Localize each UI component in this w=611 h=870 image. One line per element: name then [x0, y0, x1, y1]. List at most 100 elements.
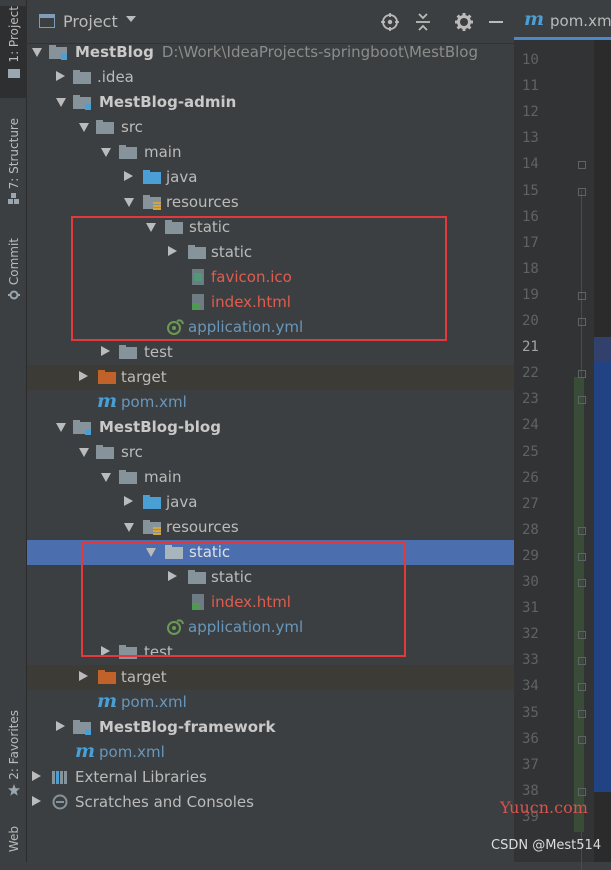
- fold-marker-icon[interactable]: [578, 161, 586, 170]
- tree-row-scratches[interactable]: Scratches and Consoles: [27, 790, 514, 815]
- fold-marker-icon[interactable]: [578, 787, 586, 796]
- tree-row-blog-java[interactable]: java: [27, 490, 514, 515]
- expand-arrow-icon[interactable]: [56, 71, 65, 81]
- tree-row-admin-src[interactable]: src: [27, 115, 514, 140]
- line-number: 13: [522, 130, 539, 147]
- maven-icon: m: [97, 390, 118, 412]
- tree-row-admin[interactable]: MestBlog-admin: [27, 90, 514, 115]
- favorites-tool-tab[interactable]: 2: Favorites: [0, 710, 27, 810]
- structure-tool-tab[interactable]: 7: Structure: [0, 118, 27, 218]
- code-selection: [594, 337, 611, 792]
- source-folder-icon: [143, 495, 161, 509]
- commit-tool-tab[interactable]: Commit: [0, 238, 27, 312]
- collapse-all-icon[interactable]: [413, 12, 433, 32]
- project-panel-title[interactable]: Project: [63, 12, 118, 31]
- fold-marker-icon[interactable]: [578, 526, 586, 535]
- expand-arrow-icon[interactable]: [79, 123, 89, 132]
- web-tool-tab-label: Web: [6, 826, 21, 853]
- tree-row-blog-target[interactable]: target: [27, 665, 514, 690]
- expand-arrow-icon[interactable]: [124, 523, 134, 532]
- watermark-site: Yuucn.com: [500, 798, 588, 817]
- fold-marker-icon[interactable]: [578, 657, 586, 666]
- fold-marker-icon[interactable]: [578, 735, 586, 744]
- tree-row-idea[interactable]: .idea: [27, 65, 514, 90]
- fold-marker-icon[interactable]: [578, 396, 586, 405]
- tree-row-admin-main[interactable]: main: [27, 140, 514, 165]
- tree-row-admin-test[interactable]: test: [27, 340, 514, 365]
- tree-row-admin-java[interactable]: java: [27, 165, 514, 190]
- fold-marker-icon[interactable]: [578, 187, 586, 196]
- expand-arrow-icon[interactable]: [32, 771, 41, 781]
- excluded-folder-icon: [98, 370, 116, 384]
- tree-row-root-pom[interactable]: m pom.xml: [27, 740, 514, 765]
- commit-tool-tab-label: Commit: [6, 238, 21, 286]
- library-icon: [52, 771, 67, 784]
- expand-arrow-icon[interactable]: [101, 473, 111, 482]
- tree-row-admin-pom[interactable]: m pom.xml: [27, 390, 514, 415]
- hide-panel-icon[interactable]: [486, 12, 506, 32]
- blog-target-label: target: [121, 668, 167, 686]
- line-number: 22: [522, 365, 539, 382]
- expand-arrow-icon[interactable]: [124, 198, 134, 207]
- root-pom-label: pom.xml: [99, 743, 165, 761]
- view-selector-chevron-down-icon[interactable]: [126, 16, 136, 22]
- folder-icon: [119, 145, 137, 159]
- external-libraries-label: External Libraries: [75, 768, 207, 786]
- folder-icon: [119, 470, 137, 484]
- expand-arrow-icon[interactable]: [79, 671, 88, 681]
- tree-row-framework[interactable]: MestBlog-framework: [27, 715, 514, 740]
- expand-arrow-icon[interactable]: [56, 423, 66, 432]
- expand-arrow-icon[interactable]: [79, 448, 89, 457]
- favorites-tool-tab-label: 2: Favorites: [6, 710, 21, 780]
- resources-folder-icon: [143, 195, 161, 210]
- expand-arrow-icon[interactable]: [56, 98, 66, 107]
- expand-arrow-icon[interactable]: [124, 171, 133, 181]
- fold-marker-icon[interactable]: [578, 709, 586, 718]
- vcs-change-bar: [574, 377, 584, 832]
- gear-icon[interactable]: [454, 12, 474, 32]
- fold-marker-icon[interactable]: [578, 683, 586, 692]
- fold-marker-icon[interactable]: [578, 318, 586, 326]
- locate-target-icon[interactable]: [380, 12, 400, 32]
- fold-marker-icon[interactable]: [578, 552, 586, 561]
- folder-icon: [119, 345, 137, 359]
- line-number: 10: [522, 52, 539, 68]
- tree-row-admin-target[interactable]: target: [27, 365, 514, 390]
- fold-marker-icon[interactable]: [578, 291, 586, 300]
- web-tool-tab[interactable]: Web: [0, 826, 27, 862]
- tree-row-admin-resources[interactable]: resources: [27, 190, 514, 215]
- expand-arrow-icon[interactable]: [32, 48, 42, 57]
- admin-test-label: test: [144, 343, 173, 361]
- fold-marker-icon[interactable]: [578, 579, 586, 587]
- fold-marker-icon[interactable]: [578, 631, 586, 640]
- tree-row-blog[interactable]: MestBlog-blog: [27, 415, 514, 440]
- fold-marker-icon[interactable]: [578, 370, 586, 379]
- expand-arrow-icon[interactable]: [101, 346, 110, 356]
- structure-icon: [7, 193, 19, 205]
- editor-tab-label: pom.xm: [550, 12, 611, 30]
- framework-module-label: MestBlog-framework: [99, 718, 276, 736]
- project-tool-tab-label: 1: Project: [6, 6, 21, 63]
- line-number: 20: [522, 313, 539, 329]
- tree-row-blog-src[interactable]: src: [27, 440, 514, 465]
- line-number: 27: [522, 495, 539, 512]
- watermark-credit: CSDN @Mest514: [491, 838, 602, 853]
- line-number: 29: [522, 547, 539, 564]
- editor-tab-pom[interactable]: m pom.xm: [514, 0, 611, 40]
- project-tool-tab[interactable]: 1: Project: [0, 6, 27, 98]
- line-number: 28: [522, 521, 539, 538]
- expand-arrow-icon[interactable]: [124, 496, 133, 506]
- project-view-icon: [39, 14, 55, 28]
- expand-arrow-icon[interactable]: [101, 148, 111, 157]
- tree-row-blog-main[interactable]: main: [27, 465, 514, 490]
- expand-arrow-icon[interactable]: [56, 721, 65, 731]
- line-gutter: 10 11 12 13 14 15 16 17 18 19 20 21 22 23 24 25 26 27 28 29…: [514, 40, 594, 870]
- expand-arrow-icon[interactable]: [32, 796, 41, 806]
- line-number: 21: [522, 339, 539, 356]
- star-icon: [7, 783, 20, 796]
- tree-row-external-libraries[interactable]: External Libraries: [27, 765, 514, 790]
- tree-row-blog-pom[interactable]: m pom.xml: [27, 690, 514, 715]
- expand-arrow-icon[interactable]: [79, 371, 88, 381]
- tree-row-root[interactable]: MestBlog D:\Work\IdeaProjects-springboot\…: [27, 40, 514, 65]
- tree-row-blog-resources[interactable]: resources: [27, 515, 514, 540]
